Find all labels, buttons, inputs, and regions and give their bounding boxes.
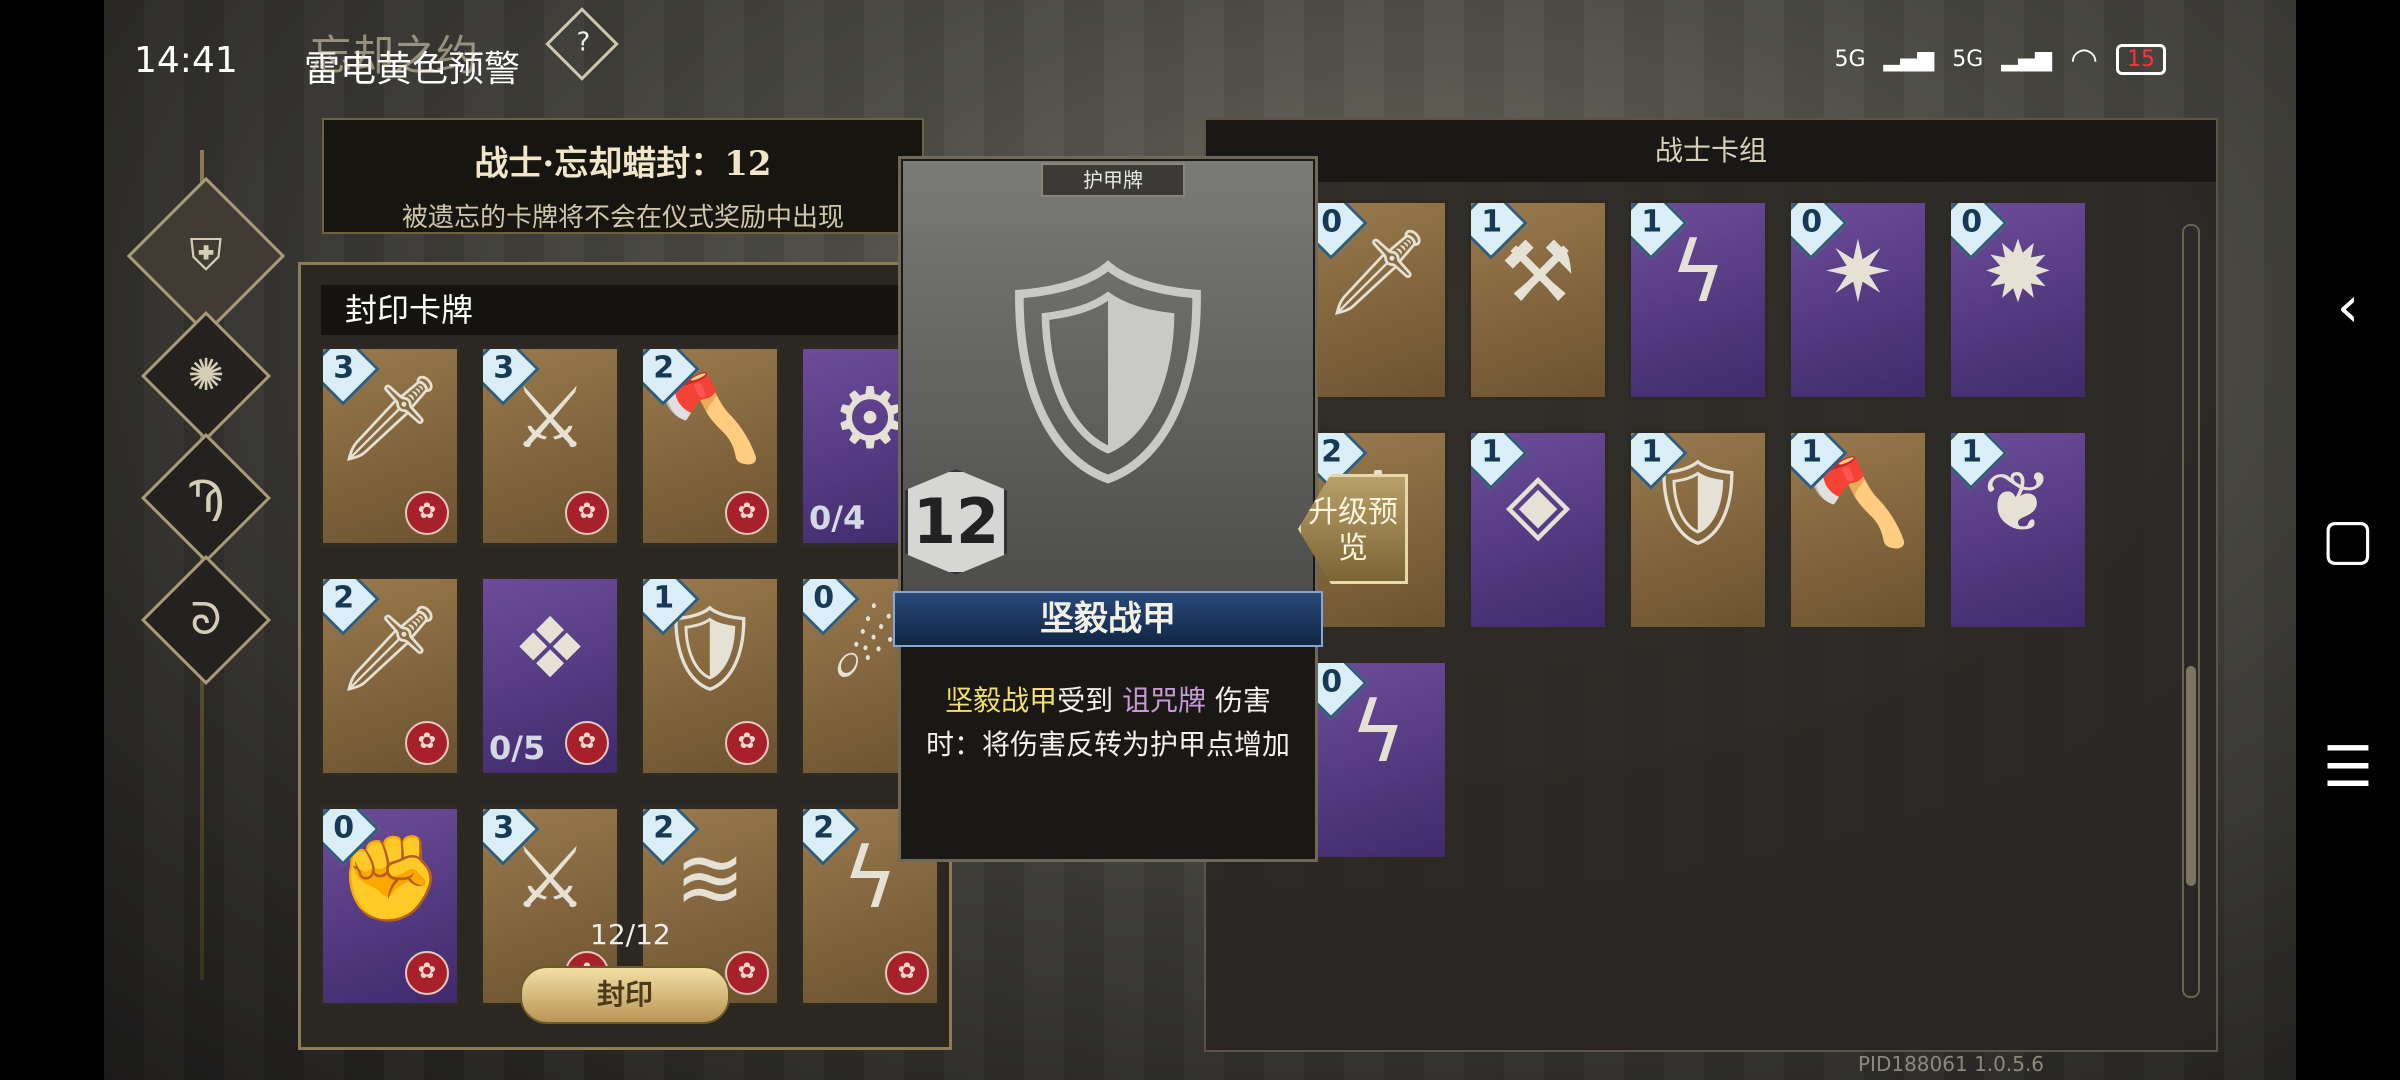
wax-seal-icon: ✿ bbox=[885, 951, 929, 995]
wax-seal-icon: ✿ bbox=[725, 491, 769, 535]
sealed-card[interactable]: 🛡 1 ✿ bbox=[640, 576, 780, 776]
sealed-count: 12/12 bbox=[590, 918, 671, 951]
armor-value-badge: 12 bbox=[905, 469, 1007, 575]
scroll-thumb[interactable] bbox=[2186, 666, 2196, 886]
deck-card[interactable]: ◈ 1 bbox=[1468, 430, 1608, 630]
sealed-card[interactable]: 🪓 2 ✿ bbox=[640, 346, 780, 546]
deck-card[interactable]: ϟ1 bbox=[1628, 200, 1768, 400]
deck-card[interactable]: 🪓 1 bbox=[1788, 430, 1928, 630]
sealed-card[interactable]: 🗡 3 ✿ bbox=[320, 346, 460, 546]
signal-bars-icon: ▂▄▆ bbox=[1883, 46, 1935, 72]
sealed-card[interactable]: 🗡 2 ✿ bbox=[320, 576, 460, 776]
deck-card[interactable]: 🛡 1 bbox=[1628, 430, 1768, 630]
wax-seal-icon: ✿ bbox=[405, 721, 449, 765]
sealed-card[interactable]: ❖ ✿ 0/5 bbox=[480, 576, 620, 776]
panel-header: 封印卡牌 bbox=[321, 285, 921, 335]
wax-seal-icon: ✿ bbox=[565, 491, 609, 535]
card-detail-popup: 🛡 护甲牌 12 坚毅战甲 坚毅战甲受到 诅咒牌 伤害时：将伤害反转为护甲点增加 bbox=[893, 156, 1323, 862]
card-name: 坚毅战甲 bbox=[893, 591, 1323, 647]
wax-seal-icon: ✿ bbox=[405, 951, 449, 995]
deck-card[interactable]: 🗡 0 bbox=[1308, 200, 1448, 400]
wax-seal-icon: ✿ bbox=[565, 721, 609, 765]
deck-header: 战士卡组 bbox=[1206, 120, 2216, 182]
menu-icon[interactable]: ☰ bbox=[2316, 736, 2380, 800]
wax-seal-icon: ✿ bbox=[405, 491, 449, 535]
deck-card[interactable]: ϟ0 bbox=[1308, 660, 1448, 860]
signal-5g-1: 5G bbox=[1834, 46, 1866, 72]
deck-card[interactable]: ✹ 0 bbox=[1948, 200, 2088, 400]
deck-card[interactable]: ✷ 0 bbox=[1788, 200, 1928, 400]
sealed-card[interactable]: ✊ 0 ✿ bbox=[320, 806, 460, 1006]
card-art: ❖ bbox=[512, 599, 588, 697]
banner-subtitle: 被遗忘的卡牌将不会在仪式奖励中出现 bbox=[401, 203, 844, 233]
wax-seal-icon: ✿ bbox=[725, 951, 769, 995]
forget-seal-banner: 战士·忘却蜡封：12 被遗忘的卡牌将不会在仪式奖励中出现 bbox=[322, 118, 924, 234]
signal-5g-2: 5G bbox=[1952, 46, 1984, 72]
signal-bars-icon: ▂▄▆ bbox=[2001, 46, 2053, 72]
banner-title: 战士·忘却蜡封：12 bbox=[474, 144, 772, 184]
wifi-icon: ◠ bbox=[2070, 40, 2098, 78]
deck-card[interactable]: ❦ 1 bbox=[1948, 430, 2088, 630]
status-indicators: 5G ▂▄▆ 5G ▂▄▆ ◠ 15 bbox=[1834, 40, 2166, 78]
card-type-label: 护甲牌 bbox=[1041, 163, 1185, 197]
card-description: 坚毅战甲受到 诅咒牌 伤害时：将伤害反转为护甲点增加 bbox=[925, 684, 1290, 761]
battery-icon: 15 bbox=[2116, 43, 2166, 75]
wax-seal-icon: ✿ bbox=[725, 721, 769, 765]
clock: 14:41 bbox=[134, 40, 238, 81]
version-label: PID188061 1.0.5.6 bbox=[1858, 1052, 2045, 1076]
sealed-card[interactable]: ⚔3✿ bbox=[480, 346, 620, 546]
deck-scrollbar[interactable] bbox=[2182, 224, 2200, 998]
home-icon[interactable]: ▢ bbox=[2316, 508, 2380, 572]
deck-card[interactable]: ⚒ 1 bbox=[1468, 200, 1608, 400]
upgrade-progress: 0/4 bbox=[809, 499, 866, 537]
page-title: 忘却之约 bbox=[310, 31, 479, 80]
back-icon[interactable]: ‹ bbox=[2316, 276, 2380, 340]
seal-button[interactable]: 封印 bbox=[520, 966, 730, 1024]
android-nav-bar: ‹ ▢ ☰ bbox=[2296, 0, 2400, 1080]
upgrade-progress: 0/5 bbox=[489, 729, 546, 767]
